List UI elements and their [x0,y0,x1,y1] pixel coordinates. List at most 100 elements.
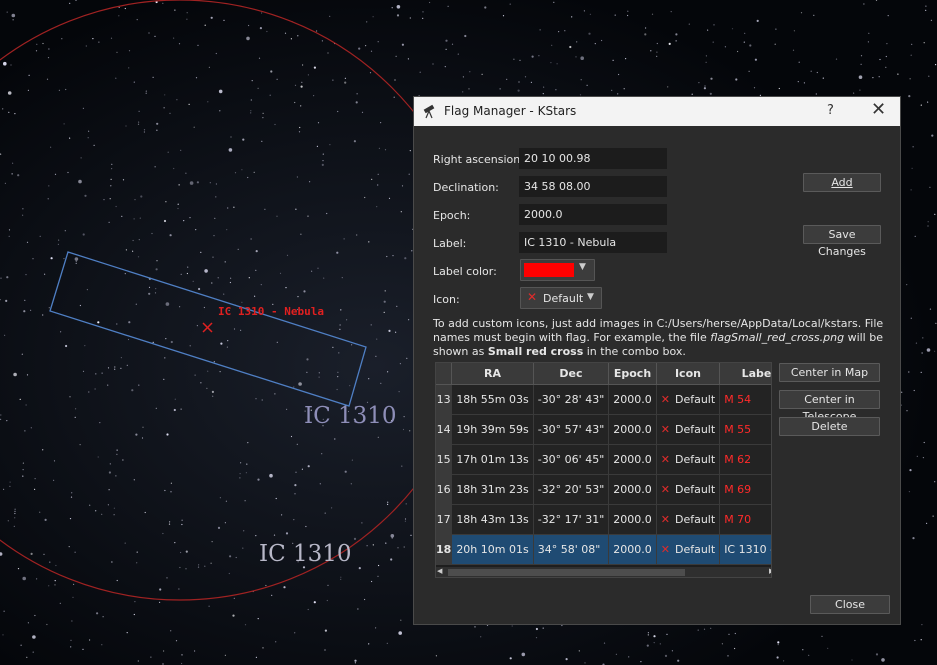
icon-cell-text: Default [674,513,716,526]
red-cross-icon: ✕ [660,423,670,436]
dec-cell: 34° 58' 08" [533,534,610,565]
table-header-row: RA Dec Epoch Icon Label [436,363,771,385]
label-label: Label: [433,237,467,250]
label-cell: M 70 [719,504,771,535]
ra-cell: 20h 10m 01s [451,534,534,565]
icon-select-value: Default [543,292,584,305]
icon-cell: ✕ Default [656,384,721,415]
chevron-down-icon: ▼ [587,292,594,302]
add-button-label: Add [831,176,853,189]
scroll-left-icon[interactable]: ◀ [437,567,442,575]
help-file-example: flagSmall_red_cross.png [710,331,845,344]
ra-cell: 18h 43m 13s [451,504,534,535]
table-row[interactable]: 17 18h 43m 13s -32° 17' 31" 2000.0 ✕ Default M… [436,504,771,535]
epoch-cell: 2000.0 [608,444,657,475]
icon-cell: ✕ Default [656,444,721,475]
label-cell: M 62 [719,444,771,475]
dec-label: Declination: [433,181,499,194]
flag-manager-dialog: Flag Manager - KStars ? ✕ Right ascensio… [413,96,901,625]
title-bar: Flag Manager - KStars ? ✕ [414,97,900,126]
horizontal-scrollbar[interactable]: ◀ ▶ [436,567,771,577]
table-row[interactable]: 15 17h 01m 13s -30° 06' 45" 2000.0 ✕ Default M… [436,444,771,475]
catalog-label-lower: IC 1310 [259,541,352,567]
center-in-telescope-button[interactable]: Center in Telescope [779,390,880,423]
table-row[interactable]: 14 19h 39m 59s -30° 57' 43" 2000.0 ✕ Default M… [436,414,771,445]
delete-button[interactable]: Delete [779,417,880,436]
save-changes-button[interactable]: Save Changes [803,225,881,258]
red-cross-icon: ✕ [660,513,670,526]
label-color-picker[interactable]: ▼ [520,259,595,281]
row-number-header [436,363,453,385]
icon-cell: ✕ Default [656,504,721,535]
epoch-field[interactable] [519,204,667,225]
label-field[interactable] [519,232,667,253]
column-header-label[interactable]: Label [719,363,771,385]
epoch-cell: 2000.0 [608,384,657,415]
ra-label: Right ascension: [433,153,524,166]
ra-field[interactable] [519,148,667,169]
ra-cell: 18h 55m 03s [451,384,534,415]
dec-cell: -30° 06' 45" [533,444,610,475]
dec-field[interactable] [519,176,667,197]
help-button[interactable]: ? [827,103,834,118]
row-number: 17 [436,504,453,535]
row-number: 13 [436,384,453,415]
label-color-label: Label color: [433,265,497,278]
custom-icons-help-text: To add custom icons, just add images in … [433,317,888,359]
dec-cell: -30° 28' 43" [533,384,610,415]
icon-cell-text: Default [674,543,716,556]
ra-cell: 19h 39m 59s [451,414,534,445]
close-button[interactable]: Close [810,595,890,614]
center-in-map-button[interactable]: Center in Map [779,363,880,382]
flag-label: IC 1310 - Nebula [218,305,324,318]
label-cell: M 55 [719,414,771,445]
icon-cell: ✕ Default [656,414,721,445]
table-row[interactable]: 13 18h 55m 03s -30° 28' 43" 2000.0 ✕ Default M… [436,384,771,415]
color-swatch [524,263,574,277]
icon-cell-text: Default [674,453,716,466]
column-header-epoch[interactable]: Epoch [608,363,657,385]
dialog-title: Flag Manager - KStars [444,104,577,118]
icon-select[interactable]: ✕ Default ▼ [520,287,602,309]
icon-cell: ✕ Default [656,474,721,505]
scroll-right-icon[interactable]: ▶ [769,567,771,575]
table-row[interactable]: 18 20h 10m 01s 34° 58' 08" 2000.0 ✕ Default IC… [436,534,771,565]
horizontal-scrollbar-thumb[interactable] [448,569,685,576]
dec-cell: -32° 17' 31" [533,504,610,535]
red-cross-icon: ✕ [660,393,670,406]
telescope-icon [423,104,435,119]
ra-cell: 17h 01m 13s [451,444,534,475]
column-header-ra[interactable]: RA [451,363,534,385]
row-number: 15 [436,444,453,475]
flags-table-grid: RA Dec Epoch Icon Label 13 18h 55m 03s -30… [436,363,771,565]
red-cross-icon: ✕ [660,453,670,466]
red-cross-icon: ✕ [660,483,670,496]
row-number: 14 [436,414,453,445]
catalog-label-upper: IC 1310 [304,403,397,429]
column-header-icon[interactable]: Icon [656,363,721,385]
epoch-cell: 2000.0 [608,534,657,565]
close-window-button[interactable]: ✕ [871,99,886,120]
label-cell: IC 1310 - Ne [719,534,771,565]
table-row[interactable]: 16 18h 31m 23s -32° 20' 53" 2000.0 ✕ Default M… [436,474,771,505]
row-number: 18 [436,534,453,565]
label-cell: M 69 [719,474,771,505]
add-button[interactable]: Add [803,173,881,192]
dec-cell: -30° 57' 43" [533,414,610,445]
epoch-cell: 2000.0 [608,474,657,505]
icon-cell-text: Default [674,423,716,436]
label-cell: M 54 [719,384,771,415]
icon-label: Icon: [433,293,460,306]
icon-cell-text: Default [674,393,716,406]
icon-cell-text: Default [674,483,716,496]
dec-cell: -32° 20' 53" [533,474,610,505]
epoch-label: Epoch: [433,209,471,222]
icon-cell: ✕ Default [656,534,721,565]
epoch-cell: 2000.0 [608,504,657,535]
ra-cell: 18h 31m 23s [451,474,534,505]
flags-table[interactable]: RA Dec Epoch Icon Label 13 18h 55m 03s -30… [435,362,772,578]
help-text-part3: in the combo box. [583,345,686,358]
red-cross-icon: ✕ [527,290,538,304]
row-number: 16 [436,474,453,505]
column-header-dec[interactable]: Dec [533,363,610,385]
